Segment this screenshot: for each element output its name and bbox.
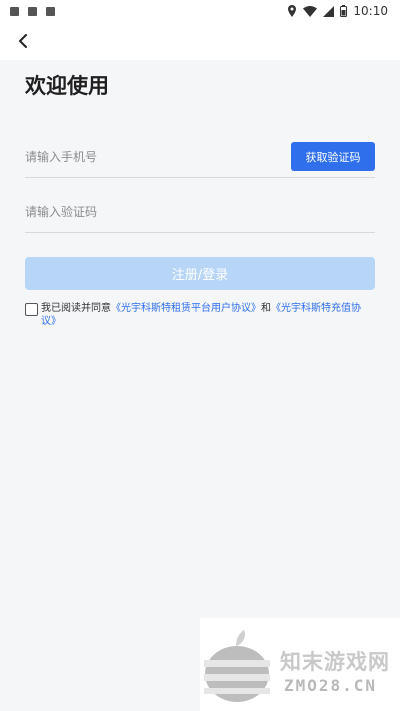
user-agreement-link[interactable]: 《光宇科斯特租赁平台用户协议》: [111, 303, 261, 314]
apple-logo-icon: [204, 630, 270, 702]
battery-icon: [340, 5, 348, 17]
watermark: 知末游戏网 ZMO28.CN: [200, 618, 400, 711]
verification-code-input[interactable]: [25, 205, 255, 219]
status-time: 10:10: [353, 4, 388, 18]
notification-icon: [10, 6, 19, 16]
agreement-prefix: 我已阅读并同意: [41, 303, 111, 314]
code-field: [25, 192, 375, 233]
page-title: 欢迎使用: [25, 74, 109, 98]
watermark-title: 知末游戏网: [280, 650, 390, 674]
notification-icon: [46, 6, 55, 16]
chevron-left-icon: [19, 34, 27, 48]
status-bar: 10:10: [0, 0, 400, 22]
location-icon: [288, 5, 297, 17]
app-bar: [0, 22, 400, 60]
status-bar-system: 10:10: [287, 4, 388, 18]
phone-input[interactable]: [25, 150, 255, 164]
wifi-icon: [303, 5, 318, 17]
notification-icon: [28, 6, 37, 16]
register-login-button[interactable]: 注册/登录: [25, 257, 375, 290]
status-bar-notifications: [10, 6, 55, 16]
agreement-text: 我已阅读并同意《光宇科斯特租赁平台用户协议》和《光宇科斯特充值协议》: [41, 302, 370, 328]
agreement-connector: 和: [261, 303, 271, 314]
phone-field: 获取验证码: [25, 137, 375, 178]
watermark-url: ZMO28.CN: [284, 676, 378, 695]
agreement-checkbox[interactable]: [25, 303, 38, 316]
get-code-button[interactable]: 获取验证码: [291, 142, 375, 171]
signal-icon: [323, 5, 335, 17]
agreement-row: 我已阅读并同意《光宇科斯特租赁平台用户协议》和《光宇科斯特充值协议》: [25, 302, 370, 328]
back-button[interactable]: [10, 28, 36, 54]
